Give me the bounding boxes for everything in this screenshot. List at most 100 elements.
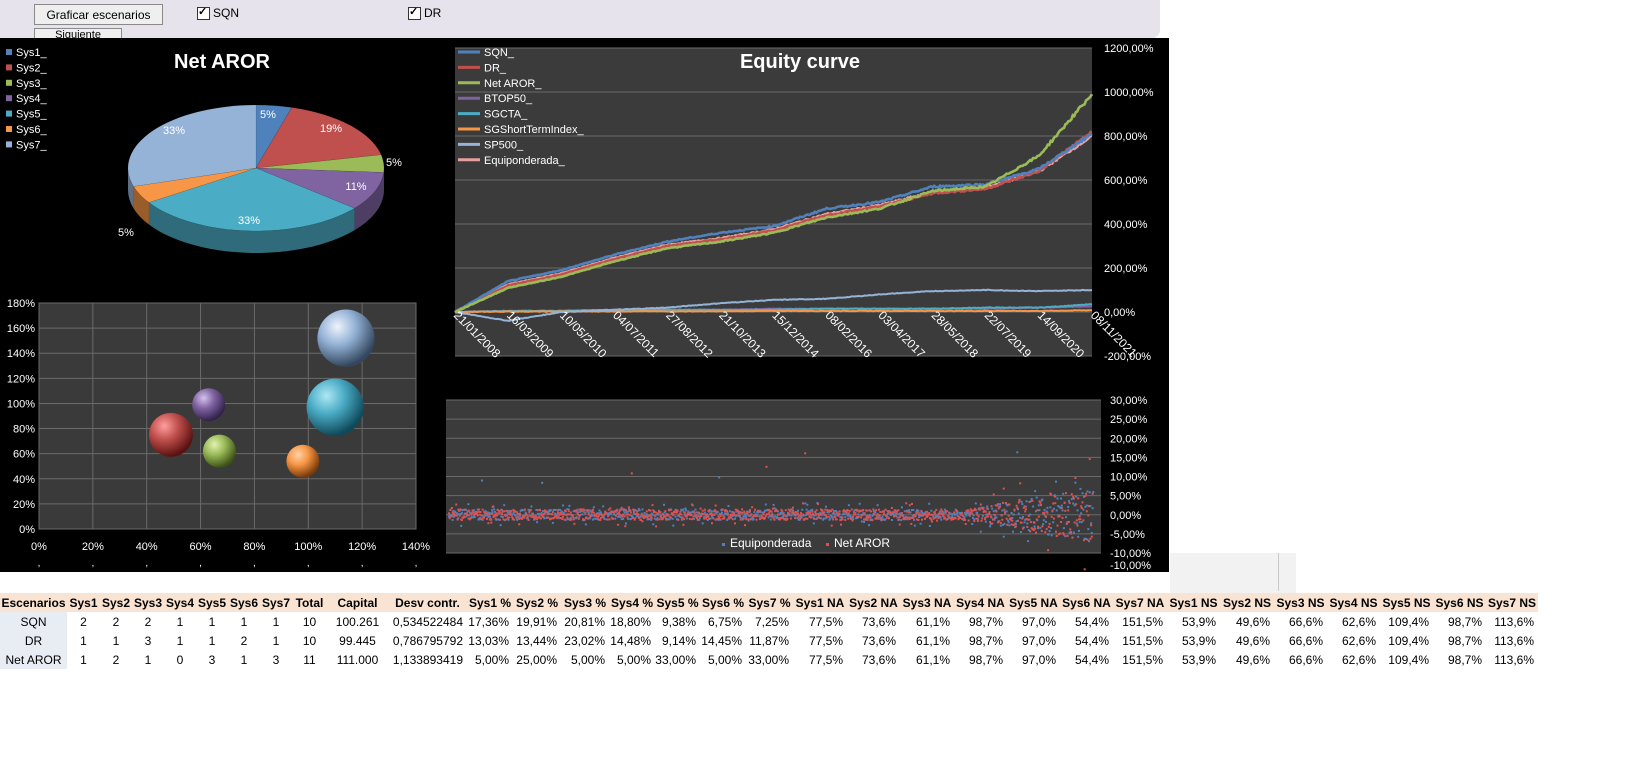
scatter-point	[888, 517, 890, 520]
equity-legend-label-1: SQN_	[484, 47, 515, 59]
scatter-point	[804, 514, 807, 517]
scatter-point	[772, 503, 775, 506]
pie-data-label-7: 33%	[163, 125, 185, 137]
scatter-point	[735, 514, 738, 517]
scatter-point	[507, 518, 510, 521]
table-cell: 0,534522484	[392, 614, 463, 629]
bubble-x-tick: 80%	[243, 541, 265, 553]
scatter-point	[485, 512, 488, 515]
column-header: Sys5 NS	[1380, 593, 1433, 612]
scatter-point	[508, 516, 511, 519]
scatter-point	[541, 516, 544, 518]
scatter-point	[1085, 492, 1088, 495]
scatter-point	[1088, 505, 1090, 507]
scatter-point	[840, 515, 843, 518]
scatter-point	[1023, 505, 1026, 508]
checkbox-sqn[interactable]: SQN	[197, 5, 239, 20]
scatter-point	[1067, 509, 1070, 512]
scatter-point	[879, 511, 882, 513]
pie-legend-swatch-6	[6, 126, 12, 132]
scatter-y-tick: 30,00%	[1110, 395, 1148, 407]
scatter-point	[1046, 506, 1049, 509]
checkbox-sqn-box[interactable]	[197, 5, 210, 20]
scatter-point	[966, 509, 969, 512]
scatter-point	[1074, 477, 1077, 479]
checkbox-dr-label: DR	[424, 6, 442, 20]
scatter-point	[1070, 498, 1073, 501]
table-row: Net AROR 1 2 1 0 3 1 3 11 111.000 1,133893419 5,00%…	[0, 650, 1538, 669]
scatter-point	[1061, 509, 1064, 512]
scatter-point	[1027, 515, 1030, 517]
scatter-point	[493, 508, 496, 511]
table-cell: 5,00%	[570, 652, 605, 667]
scenario-label-cell: DR	[0, 631, 67, 650]
scatter-y-tick: 0,00%	[1110, 510, 1141, 522]
scatter-point	[719, 515, 722, 518]
scatter-point	[595, 513, 598, 516]
column-header: Sys1 NS	[1167, 593, 1220, 612]
scatter-point	[573, 522, 576, 525]
scatter-point	[733, 514, 736, 516]
scatter-point	[728, 510, 731, 513]
table-cell: 2	[112, 652, 120, 667]
checkbox-dr-box[interactable]	[408, 5, 421, 20]
scatter-point	[584, 523, 587, 526]
scatter-point	[476, 514, 479, 517]
scatter-point	[682, 508, 685, 511]
scatter-point	[858, 502, 861, 505]
pie-legend-swatch-3	[6, 79, 12, 86]
scatter-point	[703, 517, 706, 520]
scatter-point	[825, 516, 828, 519]
table-cell: 113,6%	[1494, 614, 1534, 629]
scatter-point	[706, 514, 709, 517]
scatter-point	[541, 510, 544, 512]
scatter-point	[612, 517, 615, 520]
scatter-point	[987, 513, 990, 515]
pie-legend-swatch-5	[6, 110, 12, 117]
scatter-point	[988, 511, 991, 514]
scatter-point	[478, 513, 481, 516]
scatter-point	[860, 516, 863, 519]
checkbox-dr[interactable]: DR	[408, 5, 442, 20]
scatter-point	[1077, 535, 1080, 538]
column-header: Sys3	[132, 593, 164, 612]
table-cell: 10	[302, 633, 317, 648]
scatter-point	[1074, 481, 1077, 484]
scatter-point	[516, 513, 519, 515]
scatter-point	[557, 515, 560, 518]
scatter-point	[1050, 527, 1052, 529]
scatter-point	[502, 518, 505, 521]
scatter-point	[526, 515, 529, 518]
table-cell: 11	[303, 652, 316, 667]
scatter-point	[535, 515, 538, 518]
scatter-point	[487, 522, 490, 525]
scatter-y-tick: -5,00%	[1110, 529, 1145, 541]
scatter-point	[1040, 529, 1043, 532]
scatter-point	[885, 514, 888, 517]
column-header: Escenarios	[0, 593, 67, 612]
scatter-point	[702, 512, 705, 515]
scatter-point	[693, 511, 696, 514]
scatter-point	[741, 508, 744, 511]
scatter-point	[1053, 495, 1056, 498]
table-cell: 17,36%	[468, 614, 509, 629]
graph-scenarios-button[interactable]: Graficar escenarios	[34, 4, 163, 25]
scatter-point	[878, 514, 881, 517]
bubble-y-tick: 20%	[13, 499, 35, 511]
returns-scatter-chart: -10,00%-10,00% -5,00% 0,00% 5,00% 10,00% 15,0…	[446, 395, 1151, 575]
scatter-point	[1037, 525, 1040, 528]
scatter-point	[665, 518, 668, 521]
scatter-point	[577, 513, 579, 516]
scatter-point	[1035, 496, 1038, 499]
bubble-x-tick-mark: ,	[38, 558, 41, 569]
scatter-point	[750, 513, 753, 516]
scatter-point	[731, 518, 734, 521]
scatter-point	[514, 513, 517, 516]
table-cell: 5,00%	[707, 652, 742, 667]
scatter-y-tick: 10,00%	[1110, 472, 1148, 484]
scatter-point	[1075, 495, 1078, 498]
scatter-point	[961, 514, 964, 517]
scatter-point	[1075, 519, 1078, 522]
scatter-point	[1075, 522, 1078, 525]
scatter-point	[1001, 518, 1004, 521]
